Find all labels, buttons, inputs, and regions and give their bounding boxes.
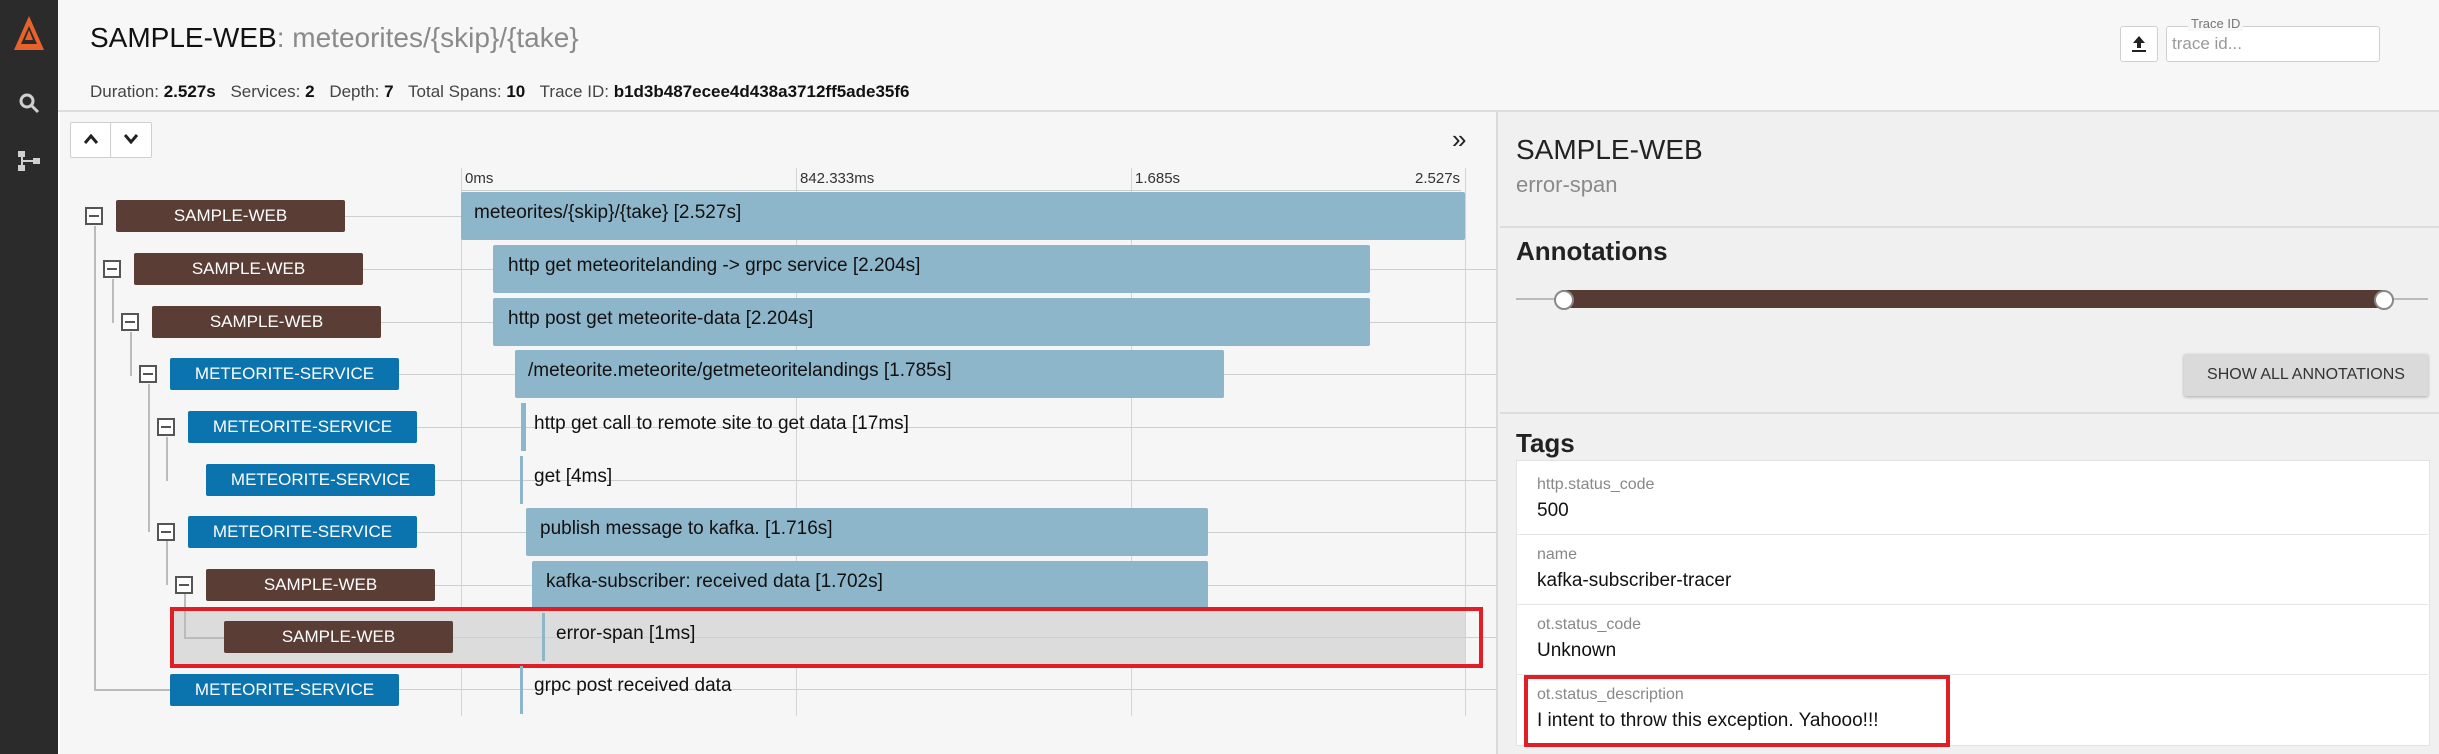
- tree-line: [94, 689, 170, 691]
- trace-id-search-label: Trace ID: [2188, 16, 2244, 31]
- trace-title: SAMPLE-WEB: meteorites/{skip}/{take}: [90, 22, 579, 54]
- service-badge[interactable]: METEORITE-SERVICE: [188, 411, 417, 443]
- service-badge[interactable]: SAMPLE-WEB: [206, 569, 435, 601]
- divider: [1500, 412, 2439, 414]
- collapse-toggle[interactable]: [85, 207, 103, 225]
- services-value: 2: [305, 82, 315, 101]
- trace-id-value: b1d3b487ecee4d438a3712ff5ade35f6: [613, 82, 910, 101]
- row-line: [345, 216, 461, 217]
- span-label: /meteorite.meteorite/getmeteoritelanding…: [528, 360, 952, 381]
- tree-line: [112, 279, 114, 323]
- duration-value: 2.527s: [163, 82, 216, 101]
- highlight-box: [1524, 675, 1950, 747]
- show-all-annotations-button[interactable]: SHOW ALL ANNOTATIONS: [2184, 354, 2428, 396]
- service-badge[interactable]: SAMPLE-WEB: [134, 253, 363, 285]
- span-label: http post get meteorite-data [2.204s]: [508, 308, 814, 329]
- span-label: get [4ms]: [534, 466, 613, 487]
- tag-value: Unknown: [1537, 640, 1617, 661]
- service-badge[interactable]: SAMPLE-WEB: [116, 200, 345, 232]
- tick-label: 1.685s: [1135, 170, 1181, 187]
- detail-service: SAMPLE-WEB: [1516, 134, 1703, 165]
- span-bar[interactable]: [520, 666, 523, 714]
- tick-label: 0ms: [465, 170, 494, 187]
- collapse-toggle[interactable]: [139, 365, 157, 383]
- collapse-toggle[interactable]: [175, 576, 193, 594]
- upload-button[interactable]: [2120, 26, 2158, 62]
- total-spans-value: 10: [506, 82, 526, 101]
- highlight-box: [170, 607, 1483, 668]
- service-badge[interactable]: METEORITE-SERVICE: [170, 674, 399, 706]
- collapse-toggle[interactable]: [103, 260, 121, 278]
- tree-line: [94, 226, 96, 690]
- annotation-thumb-end[interactable]: [2374, 290, 2394, 310]
- duration-label: Duration:: [90, 82, 159, 101]
- search-icon[interactable]: [0, 92, 58, 119]
- trace-id-label: Trace ID:: [539, 82, 609, 101]
- trace-operation: : meteorites/{skip}/{take}: [276, 22, 579, 53]
- tag-value: kafka-subscriber-tracer: [1537, 570, 1732, 591]
- chevron-down-icon: [124, 134, 138, 144]
- dependencies-icon[interactable]: [0, 150, 58, 177]
- span-label: http get meteoritelanding -> grpc servic…: [508, 255, 921, 276]
- annotations-heading: Annotations: [1516, 236, 1668, 266]
- left-navbar: [0, 0, 58, 754]
- span-label: http get call to remote site to get data…: [534, 413, 909, 434]
- total-spans-label: Total Spans:: [408, 82, 502, 101]
- trace-id-search-input[interactable]: [2170, 32, 2374, 56]
- tick-label: 842.333ms: [800, 170, 875, 187]
- next-span-button[interactable]: [110, 122, 152, 158]
- tag-divider: [1516, 604, 2428, 605]
- upload-icon: [2132, 36, 2146, 52]
- trace-summary: Duration: 2.527s Services: 2 Depth: 7 To…: [90, 82, 920, 102]
- tree-line: [148, 384, 150, 532]
- span-bar[interactable]: [521, 403, 526, 451]
- service-badge[interactable]: SAMPLE-WEB: [152, 306, 381, 338]
- tag-value: 500: [1537, 500, 1569, 521]
- service-badge[interactable]: METEORITE-SERVICE: [188, 516, 417, 548]
- collapse-toggle[interactable]: [157, 418, 175, 436]
- trace-service-name: SAMPLE-WEB: [90, 22, 277, 53]
- annotation-range[interactable]: [1560, 290, 2386, 308]
- span-label: publish message to kafka. [1.716s]: [540, 518, 833, 539]
- prev-span-button[interactable]: [70, 122, 112, 158]
- span-label: grpc post received data: [534, 675, 732, 696]
- timeline-axis: [461, 190, 1461, 191]
- chevron-up-icon: [84, 134, 98, 144]
- annotation-thumb-start[interactable]: [1554, 290, 1574, 310]
- depth-label: Depth:: [329, 82, 380, 101]
- tree-line: [166, 437, 168, 481]
- collapse-toggle[interactable]: [121, 313, 139, 331]
- tree-line: [130, 332, 132, 376]
- tag-divider: [1516, 534, 2428, 535]
- services-label: Services:: [230, 82, 301, 101]
- tag-key: ot.status_code: [1537, 616, 1642, 633]
- span-label: kafka-subscriber: received data [1.702s]: [546, 571, 883, 592]
- logo-icon[interactable]: [0, 14, 58, 59]
- service-badge[interactable]: METEORITE-SERVICE: [206, 464, 435, 496]
- span-label: meteorites/{skip}/{take} [2.527s]: [474, 202, 742, 223]
- collapse-toggle[interactable]: [157, 523, 175, 541]
- detail-span-name: error-span: [1516, 172, 1618, 197]
- expand-panel-icon[interactable]: »: [1452, 124, 1466, 155]
- tags-heading: Tags: [1516, 428, 1575, 458]
- service-badge[interactable]: METEORITE-SERVICE: [170, 358, 399, 390]
- tag-key: http.status_code: [1537, 476, 1655, 493]
- divider: [1500, 226, 2439, 228]
- tick-label: 2.527s: [1415, 170, 1461, 187]
- tag-key: name: [1537, 546, 1578, 563]
- span-bar[interactable]: [520, 456, 523, 504]
- depth-value: 7: [384, 82, 394, 101]
- tree-line: [166, 541, 168, 585]
